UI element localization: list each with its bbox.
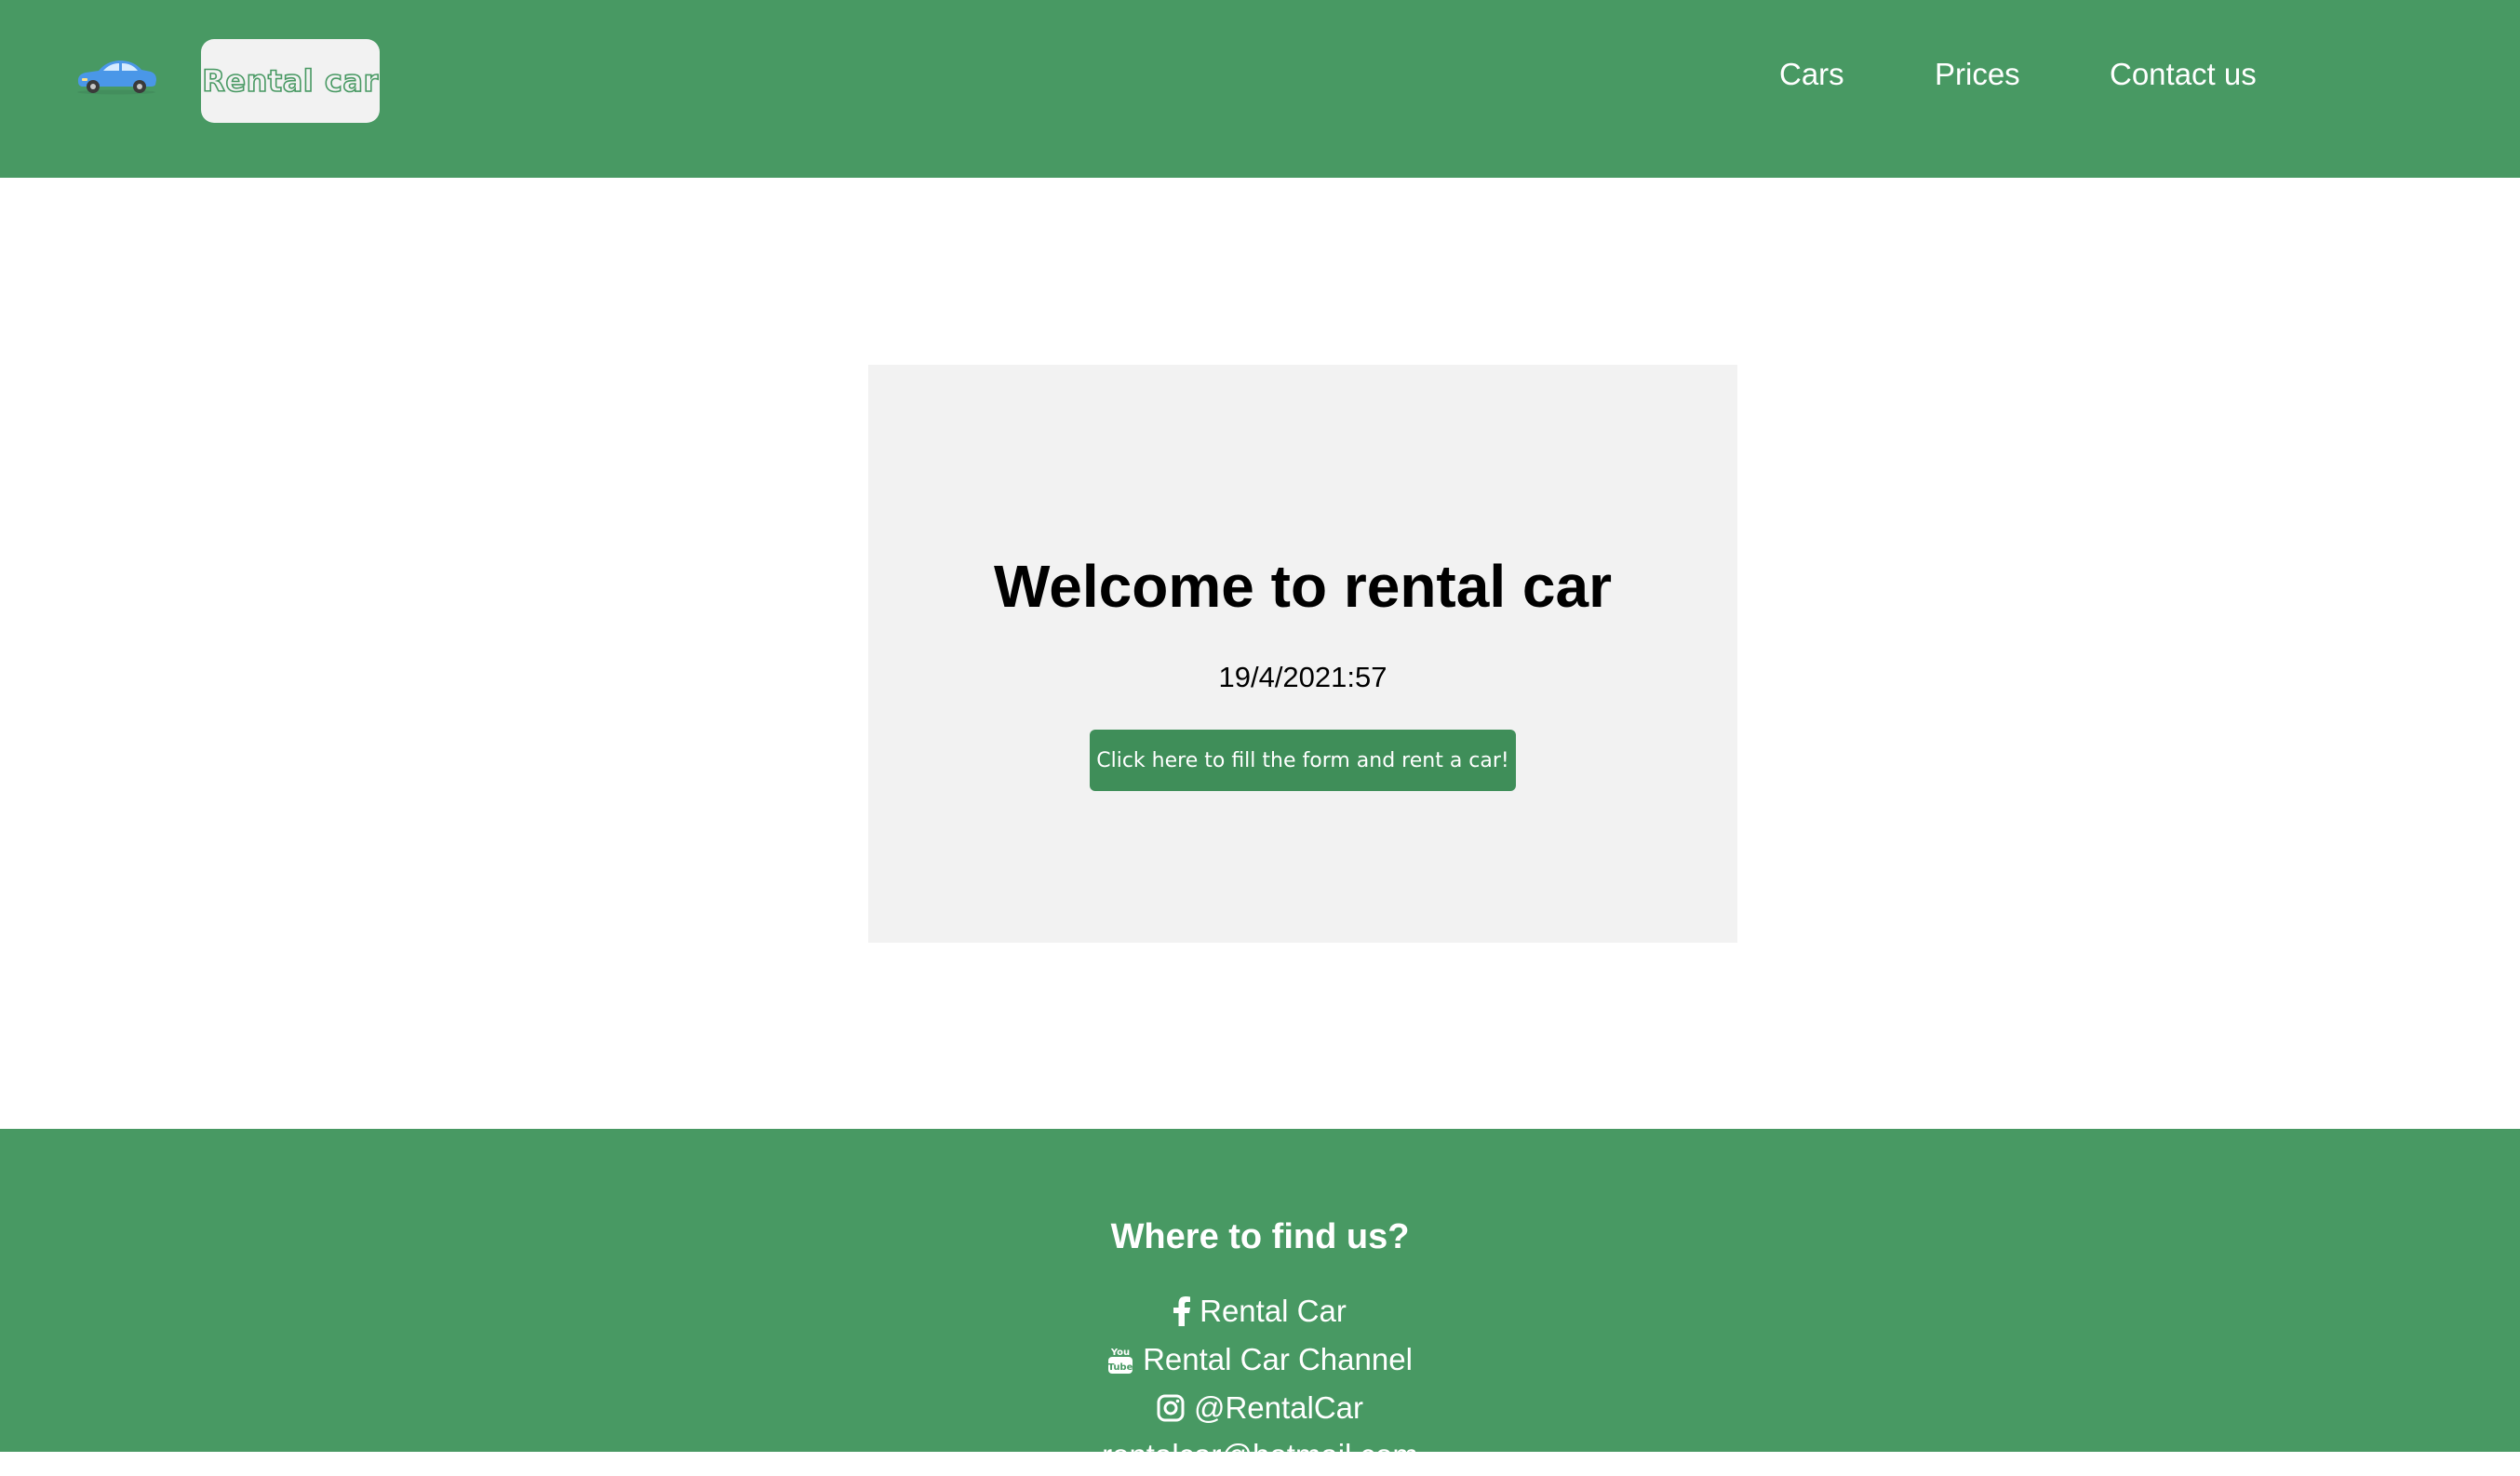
footer-title: Where to find us? [1110,1217,1410,1256]
nav-link-prices[interactable]: Prices [1935,56,2020,93]
top-nav-bar: Rental car Cars Prices Contact us [0,0,2520,178]
instagram-label: @RentalCar [1193,1390,1364,1425]
facebook-label: Rental Car [1200,1294,1347,1328]
footer-facebook-link[interactable]: Rental Car [0,1291,2520,1332]
nav-link-contact-us[interactable]: Contact us [2110,56,2257,93]
welcome-card [868,365,1737,943]
youtube-icon: You Tube [1107,1345,1133,1375]
nav-link-cars[interactable]: Cars [1779,56,1844,93]
brand-home-button[interactable]: Rental car [201,39,380,123]
page-title: Welcome to rental car [994,553,1612,620]
svg-text:You: You [1110,1348,1130,1358]
svg-text:Tube: Tube [1108,1362,1133,1373]
email-label: rentalcar@hotmail.com [1102,1438,1418,1472]
footer-email-link[interactable]: rentalcar@hotmail.com [0,1435,2520,1476]
car-icon[interactable] [73,54,160,95]
rent-car-form-button[interactable]: Click here to fill the form and rent a c… [1090,730,1516,791]
footer-youtube-link[interactable]: You Tube Rental Car Channel [0,1339,2520,1380]
youtube-label: Rental Car Channel [1143,1342,1413,1376]
instagram-icon [1157,1394,1185,1422]
facebook-icon [1173,1296,1191,1326]
current-datetime: 19/4/2021:57 [1218,661,1387,693]
footer: Where to find us? Rental Car You Tube Re… [0,1129,2520,1472]
footer-instagram-link[interactable]: @RentalCar [0,1388,2520,1429]
